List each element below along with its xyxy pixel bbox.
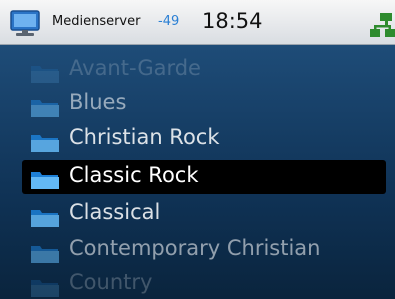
genre-list: Avant-Garde Blues Christian Rock Classic… <box>0 45 395 299</box>
list-item[interactable]: Country <box>22 267 386 299</box>
list-item[interactable]: Contemporary Christian <box>22 233 386 267</box>
status-header: Medienserver -49 18:54 <box>0 0 395 45</box>
network-icon <box>370 13 395 37</box>
list-item[interactable]: Blues <box>22 87 386 121</box>
list-item-label: Blues <box>69 90 127 114</box>
list-item-label: Country <box>69 270 153 294</box>
folder-icon <box>31 135 59 152</box>
folder-icon <box>31 100 59 117</box>
folder-icon <box>31 280 59 297</box>
list-item-selected[interactable]: Classic Rock <box>22 160 386 194</box>
list-item[interactable]: Avant-Garde <box>22 53 386 87</box>
server-name: Medienserver <box>52 14 141 29</box>
folder-icon <box>31 210 59 227</box>
folder-icon <box>31 172 59 189</box>
folder-icon <box>31 246 59 263</box>
signal-strength: -49 <box>158 14 180 29</box>
list-item-label: Classical <box>69 200 161 224</box>
list-item-label: Classic Rock <box>69 163 199 187</box>
list-item-label: Avant-Garde <box>69 56 201 80</box>
clock-time: 18:54 <box>202 9 263 33</box>
list-item[interactable]: Christian Rock <box>22 122 386 156</box>
folder-icon <box>31 66 59 83</box>
list-item[interactable]: Classical <box>22 197 386 231</box>
monitor-icon <box>10 10 40 36</box>
list-item-label: Contemporary Christian <box>69 236 321 260</box>
list-item-label: Christian Rock <box>69 125 220 149</box>
media-browser-screen: Medienserver -49 18:54 Avant-Garde Blues… <box>0 0 395 299</box>
